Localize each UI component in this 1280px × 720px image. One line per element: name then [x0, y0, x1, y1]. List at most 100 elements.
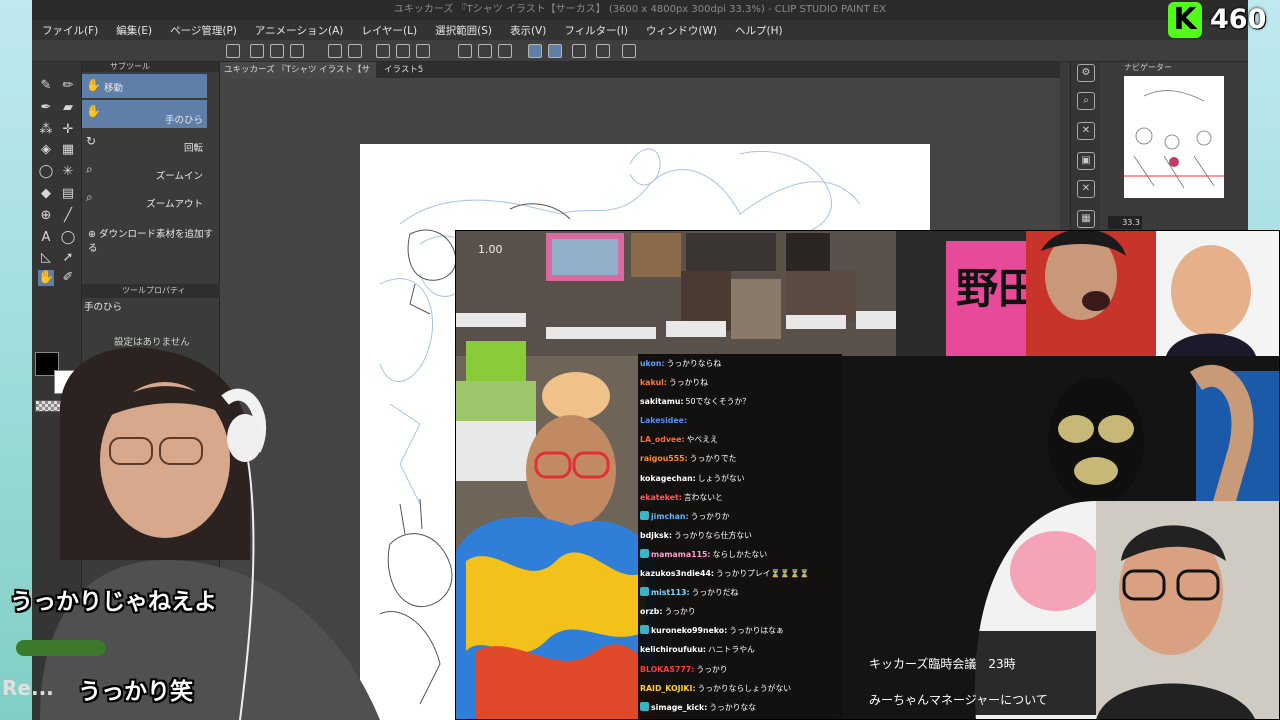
special-ruler-icon[interactable]: [548, 44, 562, 58]
material-icon[interactable]: ▣: [1077, 152, 1095, 170]
move-icon[interactable]: ✛: [60, 122, 76, 138]
chat-username[interactable]: kakul:: [640, 378, 667, 387]
menu-item[interactable]: ファイル(F): [42, 23, 98, 38]
layer-property-icon[interactable]: ⚙: [1077, 64, 1095, 82]
hand-icon[interactable]: ✋: [38, 270, 54, 286]
text-icon[interactable]: A: [38, 230, 54, 246]
menu-item[interactable]: ヘルプ(H): [735, 23, 783, 38]
chat-username[interactable]: kazukos3ndie44:: [640, 569, 714, 578]
deselect-icon[interactable]: [478, 44, 492, 58]
zoom-value[interactable]: 33.3: [1108, 216, 1142, 229]
chat-text: うっかりだね: [691, 588, 739, 598]
chat-username[interactable]: RAID_KOJIKI:: [640, 684, 696, 693]
chat-message: LA_odvee: やべええ: [638, 430, 842, 449]
meeting-caption: キッカーズ臨時会議 23時 みーちゃんマネージャーについて: [861, 631, 1096, 715]
transform-icon[interactable]: [416, 44, 430, 58]
lasso-icon[interactable]: ◯: [38, 164, 54, 180]
gradient-icon[interactable]: ▤: [60, 186, 76, 202]
menu-item[interactable]: ウィンドウ(W): [646, 23, 717, 38]
balloon-icon[interactable]: ◯: [60, 230, 76, 246]
subtool-item-move[interactable]: ✋ 移動: [82, 74, 207, 98]
chat-message: jimchan: うっかりか: [638, 507, 842, 526]
magic-wand-icon[interactable]: ✳: [60, 164, 76, 180]
chat-username[interactable]: kelichiroufuku:: [640, 645, 706, 654]
tool-property-header: ツールプロパティ: [82, 284, 220, 298]
crop-icon[interactable]: [498, 44, 512, 58]
chat-username[interactable]: ekateket:: [640, 493, 682, 502]
menu-item[interactable]: フィルター(I): [564, 23, 628, 38]
chat-username[interactable]: raigou555:: [640, 454, 688, 463]
eyedropper-icon[interactable]: ✐: [60, 270, 76, 286]
pencil-icon[interactable]: ✏: [60, 78, 76, 94]
rotate-icon: ↻: [86, 134, 97, 148]
chat-username[interactable]: jimchan:: [651, 512, 689, 521]
redo-icon[interactable]: [348, 44, 362, 58]
transform-panel-icon[interactable]: ✕: [1077, 122, 1095, 140]
open-icon[interactable]: [270, 44, 284, 58]
new-file-icon[interactable]: [250, 44, 264, 58]
menu-item[interactable]: アニメーション(A): [255, 23, 343, 38]
frame-icon[interactable]: ▦: [60, 142, 76, 158]
chat-username[interactable]: ukon:: [640, 359, 665, 368]
menu-item[interactable]: 選択範囲(S): [435, 23, 492, 38]
grid-panel-icon[interactable]: ▦: [1077, 210, 1095, 228]
add-material-button[interactable]: ⊕ ダウンロード素材を追加する: [82, 226, 219, 254]
selection-icon[interactable]: [458, 44, 472, 58]
new-icon[interactable]: [226, 44, 240, 58]
blend-icon[interactable]: ◈: [38, 142, 54, 158]
ruler-icon[interactable]: ◺: [38, 250, 54, 266]
chat-username[interactable]: simage_kick:: [651, 703, 707, 712]
subtool-item-hand[interactable]: ✋ 手のひら: [82, 100, 207, 128]
subtool-item-zoom-in[interactable]: ⌕ ズームイン: [82, 158, 207, 184]
chat-username[interactable]: kuroneko99neko:: [651, 626, 727, 635]
chat-message: mist113: うっかりだね: [638, 583, 842, 602]
menu-item[interactable]: 表示(V): [510, 23, 546, 38]
subtool-item-zoom-out[interactable]: ⌕ ズームアウト: [82, 186, 207, 212]
search-icon[interactable]: ⌕: [1077, 92, 1095, 110]
chat-username[interactable]: BLOKAS777:: [640, 665, 694, 674]
subtool-item-label: 手のひら: [164, 115, 203, 126]
chat-message: mamama115: ならしかたない: [638, 545, 842, 564]
tab-tshirt-illustration[interactable]: ユキッカーズ 『Tシャツ イラスト【サーカス】* ×: [220, 62, 376, 91]
menu-item[interactable]: 編集(E): [116, 23, 152, 38]
save-icon[interactable]: [290, 44, 304, 58]
ruler-snap-icon[interactable]: [528, 44, 542, 58]
streamer-figure: [40, 347, 380, 720]
operation-icon[interactable]: ⊕: [38, 208, 54, 224]
chat-username[interactable]: mamama115:: [651, 550, 711, 559]
chat-username[interactable]: kokagechan:: [640, 474, 696, 483]
chat-username[interactable]: bdjksk:: [640, 531, 672, 540]
spray-icon[interactable]: ⁂: [38, 122, 54, 138]
caption-line-2: みーちゃんマネージャーについて: [869, 693, 1048, 707]
eraser-icon[interactable]: ▰: [60, 100, 76, 116]
undo-icon[interactable]: [328, 44, 342, 58]
menu-item[interactable]: ページ管理(P): [170, 23, 237, 38]
chat-message: simage_kick: うっかりなな: [638, 698, 842, 717]
clear-icon[interactable]: [376, 44, 390, 58]
tab-label: イラスト5: [384, 65, 424, 75]
chat-username[interactable]: orzb:: [640, 607, 662, 616]
brush-icon[interactable]: ✒: [38, 100, 54, 116]
fill-tool-icon[interactable]: ◆: [38, 186, 54, 202]
help-icon[interactable]: [622, 44, 636, 58]
menu-item[interactable]: レイヤー(L): [361, 23, 417, 38]
viewer-count: 460: [1210, 4, 1267, 35]
grid-icon[interactable]: [572, 44, 586, 58]
fill-icon[interactable]: [396, 44, 410, 58]
chat-message: kelichiroufuku: ハニトラやん: [638, 640, 842, 659]
settings-icon[interactable]: [596, 44, 610, 58]
tab-illustration5[interactable]: イラスト5 ×: [380, 62, 460, 91]
chat-username[interactable]: Lakesidee:: [640, 416, 687, 425]
object-icon[interactable]: ➚: [60, 250, 76, 266]
chat-username[interactable]: LA_odvee:: [640, 435, 685, 444]
line-icon[interactable]: ╱: [60, 208, 76, 224]
subtool-item-rotate[interactable]: ↻ 回転: [82, 130, 207, 156]
navigator-thumbnail[interactable]: [1124, 76, 1224, 198]
subtool-item-label: ズームイン: [155, 171, 203, 182]
chat-message: ekateket: 言わないと: [638, 488, 842, 507]
chat-username[interactable]: mist113:: [651, 588, 690, 597]
chat-text: うっかりプレイ⏳⏳⏳⏳: [716, 569, 810, 579]
pen-icon[interactable]: ✎: [38, 78, 54, 94]
chat-username[interactable]: sakitamu:: [640, 397, 684, 406]
close-panel-icon[interactable]: ✕: [1077, 180, 1095, 198]
